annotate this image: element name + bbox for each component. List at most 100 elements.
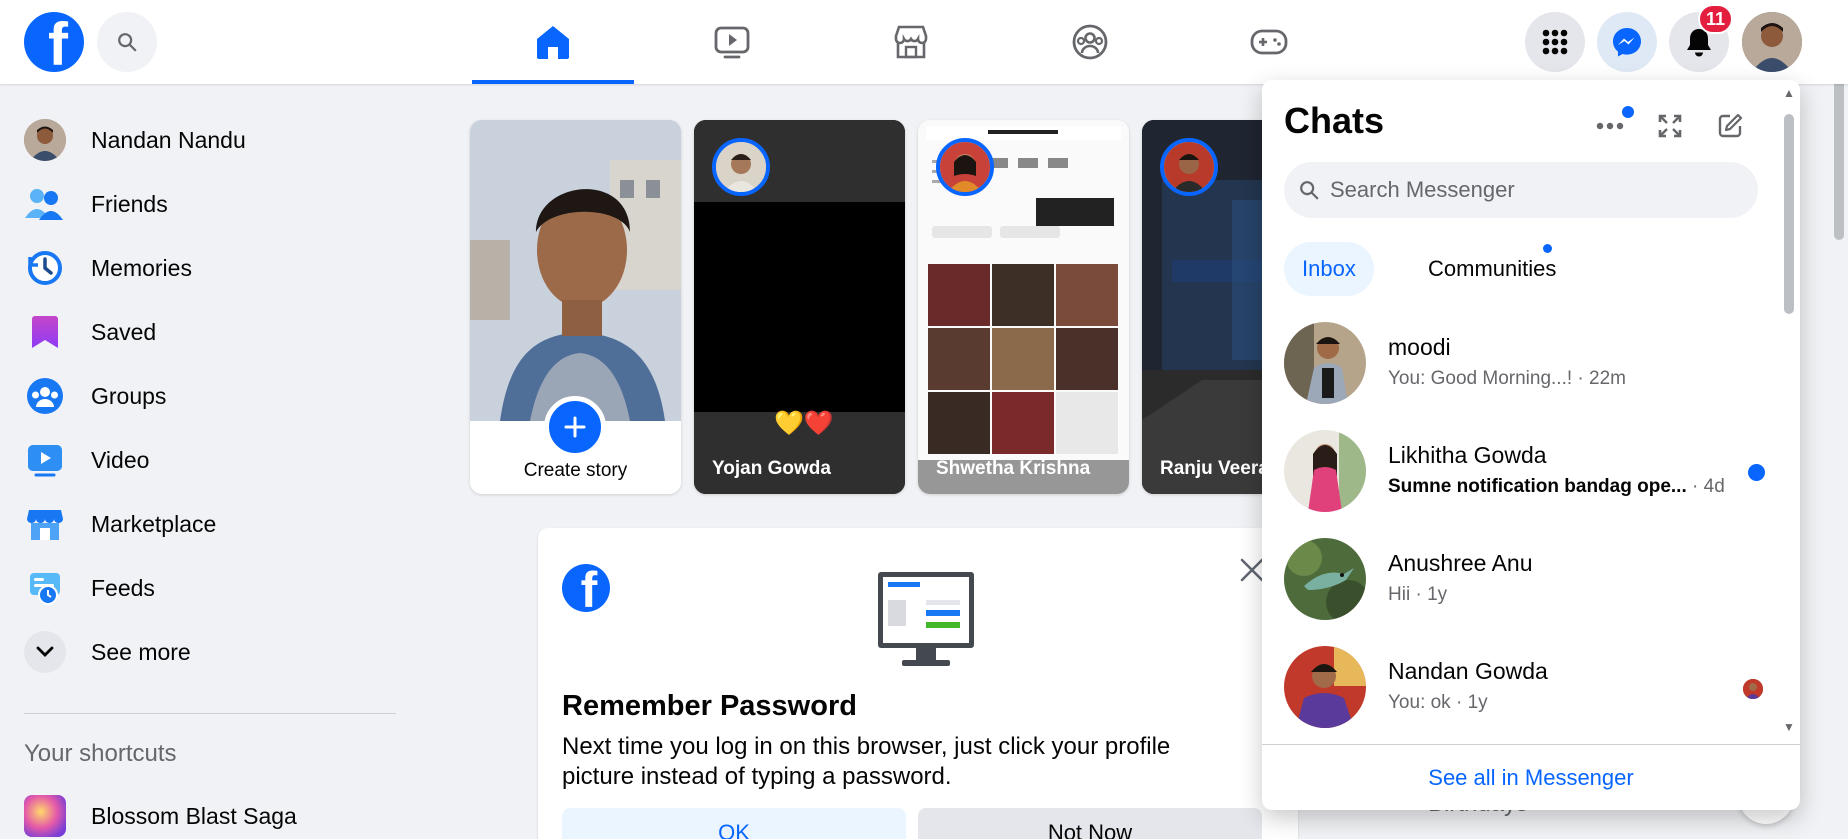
sidebar-item-marketplace[interactable]: Marketplace	[12, 492, 402, 556]
sidebar-item-label: Memories	[91, 254, 192, 281]
conversation-name: Likhitha Gowda	[1388, 442, 1547, 468]
conversation-item[interactable]: Anushree Anu Hii · 1y	[1274, 528, 1768, 628]
left-sidebar: Nandan Nandu Friends Memories Saved Grou…	[0, 84, 420, 839]
search-input[interactable]	[1330, 177, 1730, 203]
story-hearts: 💛❤️	[774, 410, 834, 437]
story-name: Yojan Gowda	[712, 458, 831, 479]
sidebar-item-groups[interactable]: Groups	[12, 364, 402, 428]
add-story-button[interactable]	[544, 396, 606, 458]
unread-dot	[1622, 106, 1634, 118]
story-avatar	[712, 138, 770, 196]
marketplace-icon	[894, 25, 928, 59]
sidebar-item-feeds[interactable]: Feeds	[12, 556, 402, 620]
top-navigation-bar: f 11	[0, 0, 1848, 84]
tab-watch[interactable]	[651, 0, 813, 84]
notifications-button[interactable]: 11	[1669, 4, 1733, 72]
story-card[interactable]: Shwetha Krishna	[918, 120, 1129, 494]
scroll-down-arrow[interactable]: ▼	[1783, 720, 1795, 734]
conversation-name: moodi	[1388, 334, 1451, 360]
account-avatar[interactable]	[1742, 12, 1802, 72]
sidebar-item-saved[interactable]: Saved	[12, 300, 402, 364]
menu-button[interactable]	[1525, 12, 1585, 72]
shortcuts-title: Your shortcuts	[24, 740, 177, 767]
card-text: Next time you log in on this browser, ju…	[562, 733, 1171, 790]
tab-inbox[interactable]: Inbox	[1284, 242, 1374, 296]
chats-panel: Chats Inbox Communities moodi You: Good …	[1262, 80, 1800, 810]
chats-footer: See all in Messenger	[1262, 744, 1800, 810]
ok-button[interactable]: OK	[562, 808, 906, 839]
expand-button[interactable]	[1648, 104, 1692, 148]
expand-icon	[1658, 114, 1682, 138]
sidebar-item-profile[interactable]: Nandan Nandu	[12, 108, 402, 172]
sidebar-item-label: Nandan Nandu	[91, 126, 246, 153]
search-icon	[1300, 181, 1319, 200]
sidebar-item-memories[interactable]: Memories	[12, 236, 402, 300]
facebook-logo[interactable]: f	[24, 12, 84, 72]
remember-password-card: f Remember Password Next time you log in…	[538, 528, 1298, 839]
conversation-name: Anushree Anu	[1388, 550, 1533, 576]
gaming-icon	[1250, 29, 1288, 55]
scroll-up-arrow[interactable]: ▲	[1783, 86, 1795, 100]
new-message-button[interactable]	[1708, 104, 1752, 148]
marketplace-icon	[27, 510, 63, 540]
groups-icon	[1072, 24, 1108, 60]
menu-icon	[1542, 29, 1568, 55]
sidebar-item-label: See more	[91, 638, 191, 665]
conversation-preview: Hii · 1y	[1388, 584, 1448, 605]
conversation-item[interactable]: moodi You: Good Morning...! · 22m	[1274, 312, 1768, 412]
avatar	[1284, 430, 1366, 512]
home-icon	[537, 26, 569, 59]
conversation-preview: Sumne notification bandag ope... · 4d	[1388, 476, 1725, 497]
tab-marketplace[interactable]	[830, 0, 992, 84]
card-title: Remember Password	[562, 690, 857, 722]
not-now-button[interactable]: Not Now	[918, 808, 1262, 839]
sidebar-item-video[interactable]: Video	[12, 428, 402, 492]
sidebar-item-label: Feeds	[91, 574, 155, 601]
sidebar-item-label: Friends	[91, 190, 168, 217]
messenger-search[interactable]	[1284, 162, 1758, 218]
tab-home[interactable]	[472, 0, 634, 84]
sidebar-item-label: Groups	[91, 382, 167, 409]
sidebar-divider	[24, 713, 396, 714]
sidebar-shortcut-item[interactable]: Blossom Blast Saga	[12, 784, 402, 839]
sidebar-item-label: Marketplace	[91, 510, 217, 537]
computer-illustration	[878, 572, 974, 666]
story-name: Shwetha Krishna	[936, 458, 1091, 479]
compose-icon	[1718, 113, 1743, 138]
sidebar-item-see-more[interactable]: See more	[12, 620, 402, 684]
tab-gaming[interactable]	[1188, 0, 1350, 84]
messenger-button[interactable]	[1597, 12, 1657, 72]
unread-indicator	[1748, 464, 1765, 481]
avatar	[1284, 538, 1366, 620]
plus-icon	[564, 416, 586, 438]
chevron-down-icon	[36, 646, 54, 657]
sidebar-item-friends[interactable]: Friends	[12, 172, 402, 236]
video-icon	[28, 445, 62, 477]
facebook-logo: f	[562, 564, 610, 612]
memories-icon	[28, 251, 62, 285]
create-story-photo	[470, 120, 681, 421]
chat-options-button[interactable]	[1588, 104, 1634, 148]
avatar	[1284, 322, 1366, 404]
search-button[interactable]	[97, 12, 157, 72]
story-card[interactable]: 💛❤️ Yojan Gowda	[694, 120, 905, 494]
story-name: Ranju Veera	[1160, 458, 1269, 479]
conversation-name: Nandan Gowda	[1388, 658, 1548, 684]
chats-scrollbar[interactable]	[1784, 114, 1794, 314]
story-avatar	[1160, 138, 1218, 196]
conversation-preview: You: Good Morning...! · 22m	[1388, 368, 1626, 389]
conversation-item[interactable]: Nandan Gowda You: ok · 1y	[1274, 636, 1768, 736]
avatar	[24, 119, 66, 161]
avatar	[1284, 646, 1366, 728]
notification-badge: 11	[1697, 4, 1733, 34]
feeds-icon	[30, 573, 60, 605]
chats-title: Chats	[1284, 100, 1385, 141]
create-story-card[interactable]: Create story	[470, 120, 681, 494]
see-all-in-messenger-link[interactable]: See all in Messenger	[1428, 765, 1633, 791]
conversation-item[interactable]: Likhitha Gowda Sumne notification bandag…	[1274, 420, 1768, 520]
shortcut-label: Blossom Blast Saga	[91, 802, 297, 829]
friends-icon	[25, 189, 63, 220]
game-icon	[24, 795, 66, 837]
tab-groups[interactable]	[1009, 0, 1171, 84]
sidebar-item-label: Video	[91, 446, 150, 473]
